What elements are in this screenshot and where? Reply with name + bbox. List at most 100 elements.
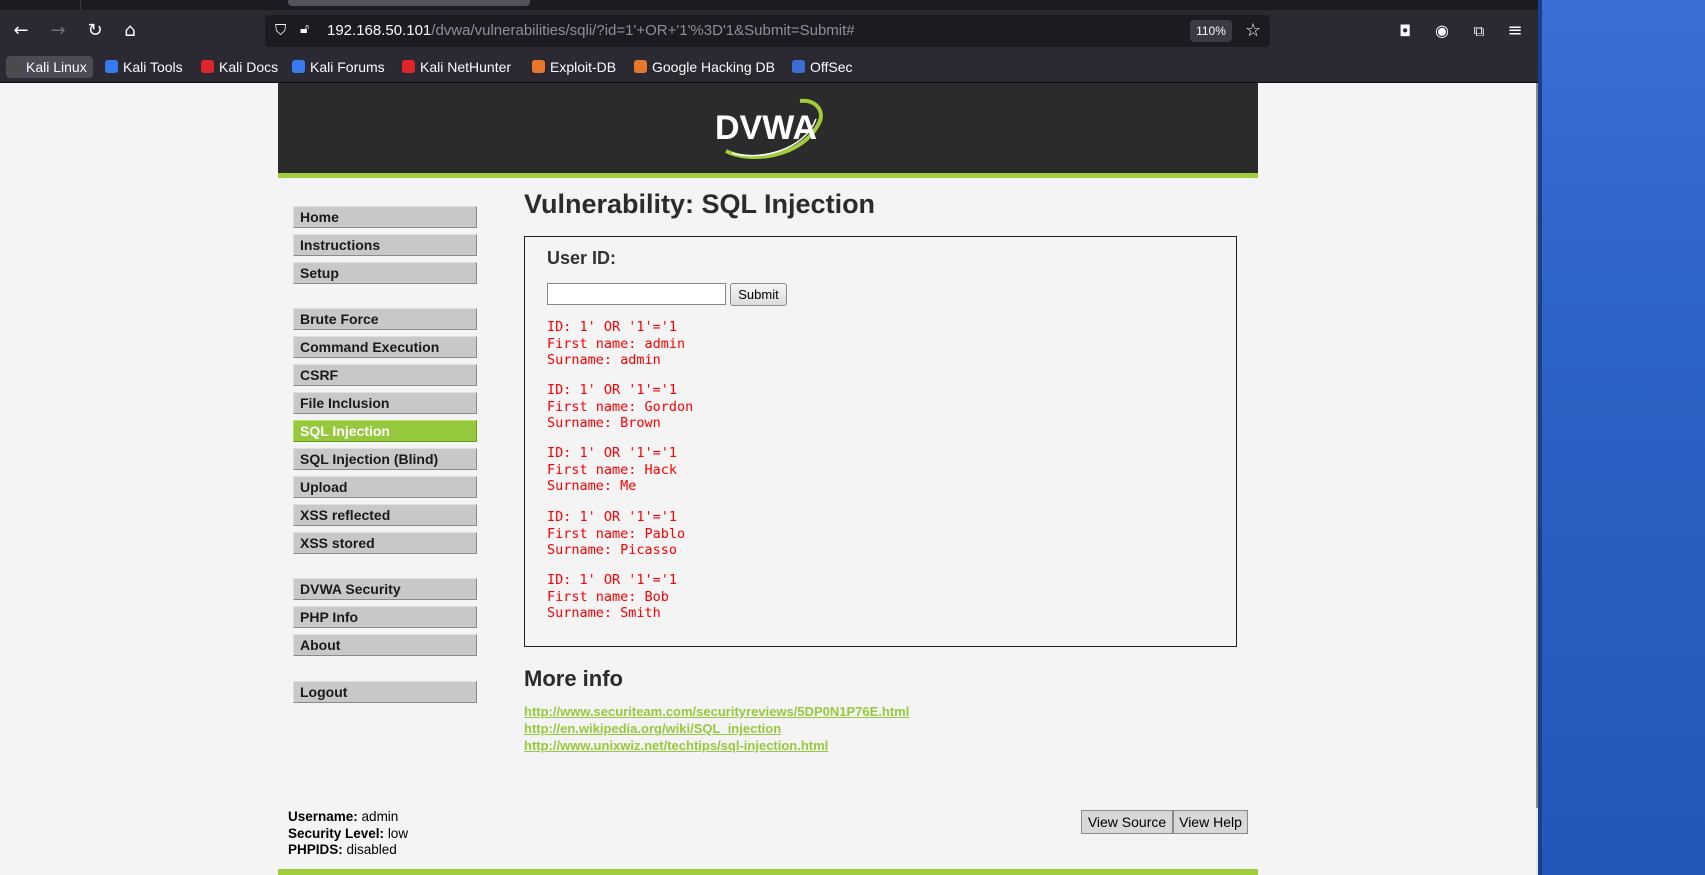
pocket-icon[interactable]: ◘ [1392,19,1418,43]
bookmark-kali-forums[interactable]: Kali Forums [290,56,385,78]
bookmark-star-icon[interactable]: ☆ [1245,20,1261,41]
menu-item-csrf[interactable]: CSRF [293,364,477,386]
menu-item-file-inclusion[interactable]: File Inclusion [293,392,477,414]
tab-strip [0,0,1538,10]
menu-item-sql-injection-blind[interactable]: SQL Injection (Blind) [293,448,477,470]
username-label: Username: [288,809,358,824]
desktop-background [1538,0,1705,875]
kali-forums-icon [292,60,305,73]
menu-item-upload[interactable]: Upload [293,476,477,498]
menu-item-home[interactable]: Home [293,206,477,228]
menu-item-instructions[interactable]: Instructions [293,234,477,256]
kali-dragon-icon [8,60,21,73]
exploit-db-icon [532,60,545,73]
menu-item-about[interactable]: About [293,634,477,656]
navigation-toolbar: ← → ↻ ⌂ ⛉ 🔓︎ 192.168.50.101/dvwa/vulnera… [0,10,1538,52]
dvwa-header: DVWA [278,83,1258,178]
result-id: ID: 1' OR '1'='1 [547,319,678,335]
phpids-value: disabled [346,842,397,857]
bookmark-label: Exploit-DB [550,59,617,75]
url-text[interactable]: 192.168.50.101/dvwa/vulnerabilities/sqli… [327,22,855,39]
menu-item-logout[interactable]: Logout [293,681,477,703]
bookmark-label: Google Hacking DB [652,59,775,75]
bookmark-label: Kali Forums [310,59,385,75]
tab-separator [80,0,81,10]
bookmark-kali-docs[interactable]: Kali Docs [199,56,278,78]
result-record: ID: 1' OR '1'='1 First name: admin Surname… [547,319,685,369]
menu-item-php-info[interactable]: PHP Info [293,606,477,628]
result-first-name: First name: Pablo [547,525,686,542]
menu-icon[interactable]: ≡ [1502,19,1528,43]
submit-button[interactable]: Submit [730,283,787,306]
user-info: Username: admin Security Level: low PHPI… [288,809,408,859]
kali-tools-icon [105,60,118,73]
menu-item-xss-reflected[interactable]: XSS reflected [293,504,477,526]
view-source-button[interactable]: View Source [1081,810,1173,834]
offsec-icon [792,60,805,73]
bookmark-exploit-db[interactable]: Exploit-DB [530,56,616,78]
result-surname: Surname: Picasso [547,542,678,558]
bookmark-label: Kali Tools [123,59,183,75]
more-info-link-securiteam[interactable]: http://www.securiteam.com/securityreview… [524,704,909,719]
result-surname: Surname: admin [547,352,661,368]
bookmark-kali-nethunter[interactable]: Kali NetHunter [400,56,511,78]
address-bar[interactable]: ⛉ 🔓︎ 192.168.50.101/dvwa/vulnerabilities… [265,15,1270,47]
back-arrow-icon[interactable]: ← [8,19,34,43]
page-title: Vulnerability: SQL Injection [524,189,876,219]
desktop-edge [1538,0,1542,875]
result-first-name: First name: Hack [547,461,678,478]
menu-item-command-execution[interactable]: Command Execution [293,336,477,358]
phpids-label: PHPIDS: [288,842,343,857]
bookmark-label: OffSec [810,59,853,75]
url-host: 192.168.50.101 [327,22,432,39]
bookmark-label: Kali NetHunter [420,59,512,75]
bookmark-label: Kali Docs [219,59,279,75]
forward-arrow-icon[interactable]: → [45,19,71,43]
menu-item-brute-force[interactable]: Brute Force [293,308,477,330]
username-line: Username: admin [288,809,408,826]
more-info-link-wikipedia[interactable]: http://en.wikipedia.org/wiki/SQL_injecti… [524,721,781,736]
zoom-indicator[interactable]: 110% [1190,20,1232,42]
result-record: ID: 1' OR '1'='1 First name: Hack Surname:… [547,445,677,495]
bookmark-kali-tools[interactable]: Kali Tools [103,56,183,78]
result-first-name: First name: admin [547,335,686,352]
result-id: ID: 1' OR '1'='1 [547,445,678,461]
result-first-name: First name: Bob [547,588,669,605]
menu-item-xss-stored[interactable]: XSS stored [293,532,477,554]
home-icon[interactable]: ⌂ [117,19,143,43]
result-surname: Surname: Smith [547,605,661,621]
logo-text: DVWA [715,109,817,147]
more-info-link-unixwiz[interactable]: http://www.unixwiz.net/techtips/sql-inje… [524,738,828,753]
bookmark-offsec[interactable]: OffSec [790,56,853,78]
kali-docs-icon [201,60,214,73]
dvwa-container: DVWA Home Instructions Setup Brute Force… [278,83,1258,875]
result-id: ID: 1' OR '1'='1 [547,509,678,525]
url-path: /dvwa/vulnerabilities/sqli/?id=1'+OR+'1'… [431,22,855,39]
bookmark-google-hacking-db[interactable]: Google Hacking DB [632,56,775,78]
result-id: ID: 1' OR '1'='1 [547,572,678,588]
menu-item-setup[interactable]: Setup [293,262,477,284]
account-icon[interactable]: ◉ [1429,19,1455,43]
result-surname: Surname: Me [547,478,637,494]
user-id-input[interactable] [547,283,726,305]
result-id: ID: 1' OR '1'='1 [547,382,678,398]
active-tab[interactable] [288,0,530,6]
reload-icon[interactable]: ↻ [82,19,108,43]
user-id-label: User ID: [547,248,617,268]
bookmark-label: Kali Linux [26,59,87,75]
menu-item-sql-injection[interactable]: SQL Injection [293,420,477,442]
bookmark-kali-linux[interactable]: Kali Linux [6,56,93,78]
menu-item-dvwa-security[interactable]: DVWA Security [293,578,477,600]
ghdb-icon [634,60,647,73]
result-first-name: First name: Gordon [547,398,694,415]
footer-bar [278,869,1258,875]
page-viewport: DVWA Home Instructions Setup Brute Force… [0,83,1536,875]
view-help-button[interactable]: View Help [1173,810,1248,834]
more-info-heading: More info [524,666,623,691]
shield-icon[interactable]: ⛉ [275,21,286,39]
result-record: ID: 1' OR '1'='1 First name: Gordon Surnam… [547,382,693,432]
extensions-icon[interactable]: ⧉ [1466,19,1492,43]
result-record: ID: 1' OR '1'='1 First name: Bob Surname: … [547,572,677,622]
lock-warning-icon[interactable]: 🔓︎ [300,21,309,37]
phpids-line: PHPIDS: disabled [288,842,408,859]
